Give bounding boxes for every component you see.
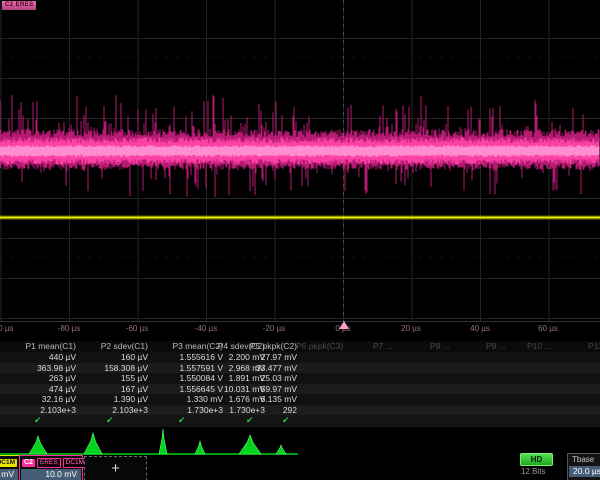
measurement-value: 155 µV (78, 373, 148, 384)
timebase-value: 20.0 µs (569, 466, 600, 477)
table-row: 263 µV155 µV1.550084 V1.891 mV25.03 mV (0, 373, 600, 384)
measurement-value: 263 µV (4, 373, 76, 384)
measurement-value: 25.03 mV (239, 373, 297, 384)
c2-eres-tag: ERES (37, 458, 61, 468)
measurement-value: 2.103e+3 (78, 405, 148, 416)
param-header-5[interactable]: P5 pkpk(C2) (239, 341, 297, 352)
status-check-icon: ✔ (282, 415, 290, 426)
channel-descriptor-c2[interactable]: C2 ERES DC1M 10.0 mV (19, 455, 83, 480)
status-check-icon: ✔ (106, 415, 114, 426)
timebase-label: Tbase (568, 454, 600, 465)
histogram-peak (29, 436, 47, 454)
measurement-value: 2.103e+3 (4, 405, 76, 416)
table-row: 363.98 µV158.308 µV1.557591 V2.968 mV33.… (0, 363, 600, 374)
hd-bits-label: 12 Bits (521, 467, 545, 476)
trigger-position-marker[interactable] (339, 321, 349, 329)
c1-scale-value: 10.0 mV (0, 469, 18, 480)
status-check-icon: ✔ (178, 415, 186, 426)
status-check-icon: ✔ (246, 415, 254, 426)
c2-noise-core (0, 145, 599, 157)
param-header-1[interactable]: P1 mean(C1) (4, 341, 76, 352)
measurement-value: 158.308 µV (78, 363, 148, 374)
c1-trace (0, 217, 600, 219)
measurement-value: 6.135 mV (239, 394, 297, 405)
measurement-value: 363.98 µV (4, 363, 76, 374)
c1-coupling-tag: DC1M (0, 459, 17, 467)
histogram-peak (84, 433, 102, 454)
histogram-peak (239, 435, 261, 454)
histogram-peak (159, 429, 167, 454)
measurement-value: 160 µV (78, 352, 148, 363)
axis-tick-label: 60 µs (538, 324, 558, 333)
param-header-inactive[interactable]: P8 ... (430, 341, 450, 352)
c2-scale-value: 10.0 mV (21, 469, 81, 480)
param-header-inactive[interactable]: P6 pkpk(C3) (296, 341, 343, 352)
table-row: 440 µV160 µV1.555616 V2.200 mV27.97 mV (0, 352, 600, 363)
axis-tick-label: 20 µs (401, 324, 421, 333)
measurement-value: 27.97 mV (239, 352, 297, 363)
timebase-descriptor[interactable]: Tbase 20.0 µs (567, 453, 600, 480)
measurement-value: 440 µV (4, 352, 76, 363)
axis-tick-label: -100 µs (0, 324, 13, 333)
axis-tick-label: -60 µs (126, 324, 148, 333)
histogram-peak (276, 445, 286, 454)
c2-channel-badge: C2 (22, 459, 35, 467)
status-check-icon: ✔ (34, 415, 42, 426)
axis-tick-label: -20 µs (263, 324, 285, 333)
measurement-value: 59.97 mV (239, 384, 297, 395)
measurement-table: P1 mean(C1)P2 sdev(C1)P3 mean(C2)P4 sdev… (0, 339, 600, 425)
param-header-inactive[interactable]: P7 ... (373, 341, 393, 352)
channel-descriptor-c1[interactable]: DC1M 10.0 mV (0, 455, 20, 480)
param-header-inactive[interactable]: P9 ... (486, 341, 506, 352)
histogram-peak (195, 441, 205, 454)
axis-tick-label: 40 µs (470, 324, 490, 333)
axis-tick-label: -40 µs (195, 324, 217, 333)
table-row: ✔ ✔ ✔ ✔ ✔ (0, 415, 600, 427)
param-header-inactive[interactable]: P11 (588, 341, 600, 352)
table-row: P1 mean(C1)P2 sdev(C1)P3 mean(C2)P4 sdev… (0, 341, 600, 352)
measurement-value: 167 µV (78, 384, 148, 395)
table-row: 2.103e+32.103e+31.730e+31.730e+3292 (0, 405, 600, 416)
add-trace-button[interactable]: + (84, 456, 147, 480)
table-row: 32.16 µV1.390 µV1.330 mV1.676 mV6.135 mV (0, 394, 600, 405)
param-header-inactive[interactable]: P10 ... (527, 341, 552, 352)
param-header-2[interactable]: P2 sdev(C1) (78, 341, 148, 352)
measurement-value: 474 µV (4, 384, 76, 395)
measurement-value: 1.390 µV (78, 394, 148, 405)
hd-mode-badge[interactable]: HD (520, 453, 553, 466)
measurement-value: 292 (239, 405, 297, 416)
oscilloscope-screen: C2 ERES -100 µs-80 µs-60 µs-40 µs-20 µs0… (0, 0, 600, 480)
measurement-value: 32.16 µV (4, 394, 76, 405)
time-axis: -100 µs-80 µs-60 µs-40 µs-20 µs0 µs20 µs… (0, 321, 600, 338)
measurement-value: 33.477 mV (239, 363, 297, 374)
table-row: 474 µV167 µV1.556645 V10.031 mV59.97 mV (0, 384, 600, 395)
histogram-trace (0, 429, 298, 454)
axis-tick-label: -80 µs (58, 324, 80, 333)
